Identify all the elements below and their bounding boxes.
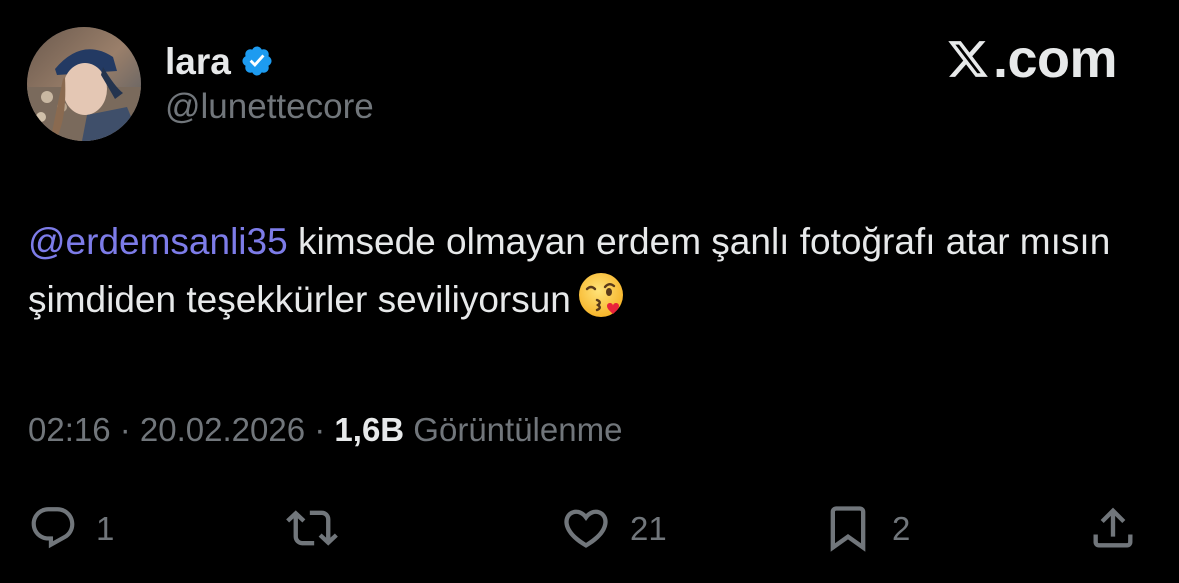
heart-icon [564,509,608,548]
retweet-icon [286,510,338,546]
tweet-text: @erdemsanli35 kimsede olmayan erdem şanl… [28,214,1138,328]
handle[interactable]: @lunettecore [165,87,374,127]
author-name-row[interactable]: lara [165,38,274,84]
mention-link[interactable]: @erdemsanli35 [28,221,288,262]
tweet-meta: 02:16 · 20.02.2026 · 1,6B Görüntülenme [28,410,622,450]
brand-logo: .com [945,29,1118,89]
display-name[interactable]: lara [165,43,231,80]
views-label: Görüntülenme [404,411,623,448]
tweet-date[interactable]: 20.02.2026 [140,411,305,448]
meta-separator: · [110,411,140,448]
reply-button[interactable]: 1 [28,500,114,556]
share-button[interactable] [1087,500,1139,556]
retweet-button[interactable] [286,500,356,556]
x-logo-icon [948,41,988,77]
face-blowing-a-kiss-emoji [578,273,623,317]
share-icon [1093,507,1133,548]
bookmark-icon [830,506,866,552]
reply-icon [31,507,75,549]
bookmark-button[interactable]: 2 [822,500,910,556]
brand-label: .com [992,29,1118,89]
like-count: 21 [630,509,667,547]
views-count: 1,6B [334,411,405,448]
meta-separator: · [305,411,335,448]
reply-count: 1 [96,509,115,547]
tweet-time[interactable]: 02:16 [28,411,111,448]
bookmark-count: 2 [892,509,911,547]
avatar[interactable] [27,27,141,141]
action-bar: 1 21 2 [0,500,1179,560]
like-button[interactable]: 21 [560,500,667,556]
verified-badge-icon [242,46,272,76]
profile-photo [27,27,141,141]
